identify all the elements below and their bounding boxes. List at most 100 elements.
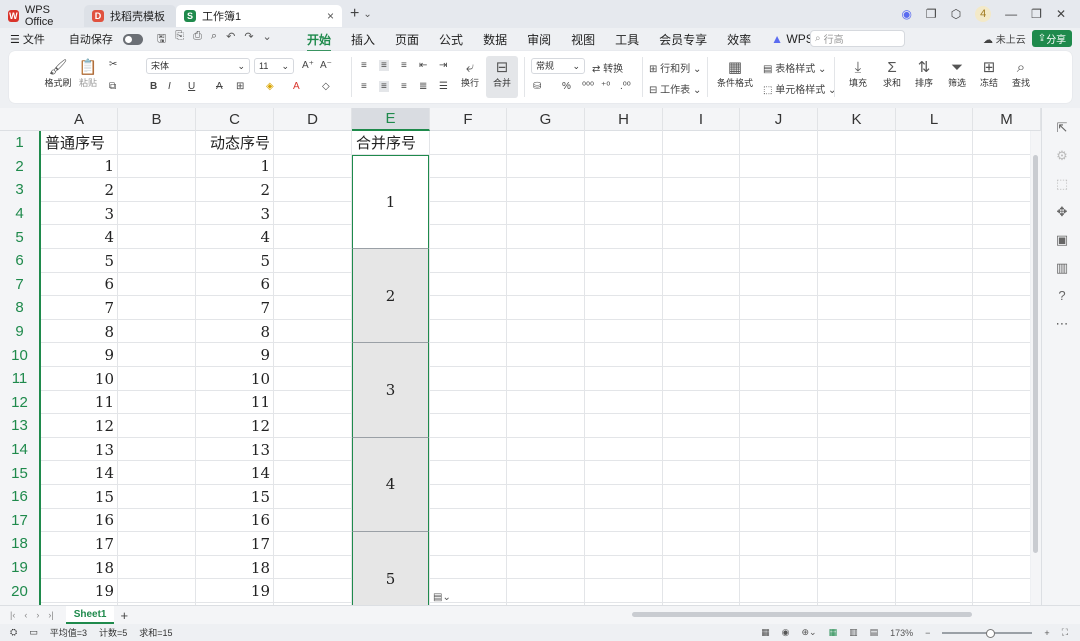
- maximize-icon[interactable]: ❐: [1031, 7, 1042, 21]
- cell-c[interactable]: 12: [196, 414, 274, 438]
- justify-icon[interactable]: ≣: [419, 81, 427, 92]
- cell-c[interactable]: 15: [196, 485, 274, 509]
- cell-c[interactable]: 9: [196, 343, 274, 367]
- row-header[interactable]: 6: [0, 249, 39, 273]
- row-header[interactable]: 12: [0, 391, 39, 415]
- cell-c[interactable]: 2: [196, 178, 274, 202]
- chevron-down-icon[interactable]: ⌄: [263, 30, 272, 49]
- align-bottom-icon[interactable]: ≡: [401, 60, 407, 71]
- menu-member[interactable]: 会员专享: [659, 31, 707, 48]
- chart-icon[interactable]: ▣: [1054, 232, 1070, 248]
- column-header-m[interactable]: M: [973, 108, 1041, 131]
- row-header[interactable]: 4: [0, 202, 39, 226]
- row-header[interactable]: 17: [0, 509, 39, 533]
- column-header-a[interactable]: A: [41, 108, 118, 131]
- cell-c[interactable]: 17: [196, 532, 274, 556]
- column-header-i[interactable]: I: [663, 108, 740, 131]
- menu-efficiency[interactable]: 效率: [727, 31, 751, 48]
- row-header[interactable]: 1: [0, 131, 39, 155]
- cell-c[interactable]: 4: [196, 225, 274, 249]
- row-header[interactable]: 13: [0, 414, 39, 438]
- zoom-slider[interactable]: [942, 628, 1033, 638]
- prev-sheet-icon[interactable]: ‹: [24, 610, 27, 620]
- more-icon[interactable]: ⋯: [1054, 316, 1070, 332]
- row-header[interactable]: 15: [0, 461, 39, 485]
- merged-cell[interactable]: 2: [352, 249, 429, 344]
- horizontal-scrollbar[interactable]: [620, 611, 1020, 619]
- column-header-e[interactable]: E: [352, 108, 430, 131]
- macro-icon[interactable]: ⛭: [10, 627, 17, 638]
- autosave-toggle[interactable]: [122, 33, 143, 45]
- zoom-in-icon[interactable]: +: [1044, 628, 1049, 638]
- percent-icon[interactable]: %: [562, 81, 571, 92]
- cell-c[interactable]: 16: [196, 509, 274, 533]
- cell-c[interactable]: 10: [196, 367, 274, 391]
- conditional-format-button[interactable]: ▦ 条件格式: [712, 59, 758, 89]
- bold-icon[interactable]: B: [150, 81, 157, 92]
- cell-a[interactable]: 2: [41, 178, 118, 202]
- search-input[interactable]: ⌕ 行高: [810, 30, 905, 47]
- menu-view[interactable]: 视图: [571, 31, 595, 48]
- sort-button[interactable]: ⇅ 排序: [907, 59, 941, 89]
- column-header-d[interactable]: D: [274, 108, 352, 131]
- font-name-select[interactable]: 宋体 ⌄: [146, 58, 250, 74]
- next-sheet-icon[interactable]: ›: [36, 610, 39, 620]
- notification-badge[interactable]: 4: [975, 6, 992, 22]
- paste-button[interactable]: 📋 粘贴: [75, 59, 101, 89]
- menu-data[interactable]: 数据: [483, 31, 507, 48]
- scroll-thumb[interactable]: [1033, 155, 1038, 553]
- cell-a[interactable]: 1: [41, 155, 118, 179]
- table-style-button[interactable]: ▤ 表格样式 ⌄: [763, 60, 826, 75]
- menu-tools[interactable]: 工具: [615, 31, 639, 48]
- cell-e1[interactable]: 合并序号: [352, 131, 430, 155]
- wrap-text-button[interactable]: ⤶ 换行: [456, 59, 484, 89]
- worksheet-grid[interactable]: 普通序号 动态序号 合并序号 1 2 3 4 5 6 7 8 9 10 11 12 13 14 15 16 17…: [41, 131, 1030, 605]
- cell-a[interactable]: 15: [41, 485, 118, 509]
- paste-options-icon[interactable]: ▤⌄: [433, 592, 451, 603]
- font-color-icon[interactable]: A: [293, 81, 300, 92]
- globe-icon[interactable]: ⊕⌄: [801, 627, 816, 638]
- protect-icon[interactable]: ▦: [761, 627, 770, 638]
- adjust-icon[interactable]: ⚙: [1054, 148, 1070, 164]
- cell-c[interactable]: 3: [196, 202, 274, 226]
- row-header[interactable]: 19: [0, 556, 39, 580]
- column-header-f[interactable]: F: [430, 108, 507, 131]
- filter-button[interactable]: ⏷ 筛选: [940, 59, 974, 89]
- freeze-button[interactable]: ⊞ 冻结: [972, 59, 1006, 89]
- first-sheet-icon[interactable]: |‹: [10, 610, 15, 620]
- cell-a[interactable]: 12: [41, 414, 118, 438]
- cell-a[interactable]: 6: [41, 273, 118, 297]
- minimize-icon[interactable]: —: [1005, 7, 1017, 21]
- tab-wps-office[interactable]: W WPS Office: [0, 4, 84, 28]
- export-pdf-icon[interactable]: ⎘: [175, 30, 184, 49]
- column-header-b[interactable]: B: [118, 108, 196, 131]
- column-header-h[interactable]: H: [585, 108, 663, 131]
- align-left-icon[interactable]: ≡: [361, 81, 367, 92]
- cell-a[interactable]: 8: [41, 320, 118, 344]
- cell-c1[interactable]: 动态序号: [196, 131, 274, 155]
- distribute-icon[interactable]: ☰: [439, 81, 448, 92]
- merge-button[interactable]: ⊟ 合并: [486, 56, 518, 98]
- indent-decrease-icon[interactable]: ⇤: [419, 60, 427, 71]
- merged-cell[interactable]: 4: [352, 437, 429, 533]
- cell-c[interactable]: 14: [196, 461, 274, 485]
- fill-button[interactable]: ⤓ 填充: [841, 59, 875, 89]
- cell-c[interactable]: 11: [196, 391, 274, 415]
- font-grow-icon[interactable]: A⁺: [302, 60, 314, 71]
- cell-a[interactable]: 10: [41, 367, 118, 391]
- copy-icon[interactable]: ⧉: [109, 81, 116, 92]
- page-view-icon[interactable]: ▥: [849, 627, 858, 638]
- cell-a[interactable]: 19: [41, 579, 118, 603]
- cell-a[interactable]: 16: [41, 509, 118, 533]
- cell-c[interactable]: 18: [196, 556, 274, 580]
- sum-button[interactable]: Σ 求和: [875, 59, 909, 89]
- cell-a[interactable]: 3: [41, 202, 118, 226]
- number-format-select[interactable]: 常规 ⌄: [531, 58, 585, 74]
- row-header[interactable]: 11: [0, 367, 39, 391]
- decrease-decimal-icon[interactable]: .⁰⁰: [620, 81, 631, 92]
- add-sheet-button[interactable]: +: [120, 608, 128, 623]
- book-icon[interactable]: ▥: [1054, 260, 1070, 276]
- column-header-g[interactable]: G: [507, 108, 585, 131]
- row-header[interactable]: 9: [0, 320, 39, 344]
- cell-c[interactable]: 19: [196, 579, 274, 603]
